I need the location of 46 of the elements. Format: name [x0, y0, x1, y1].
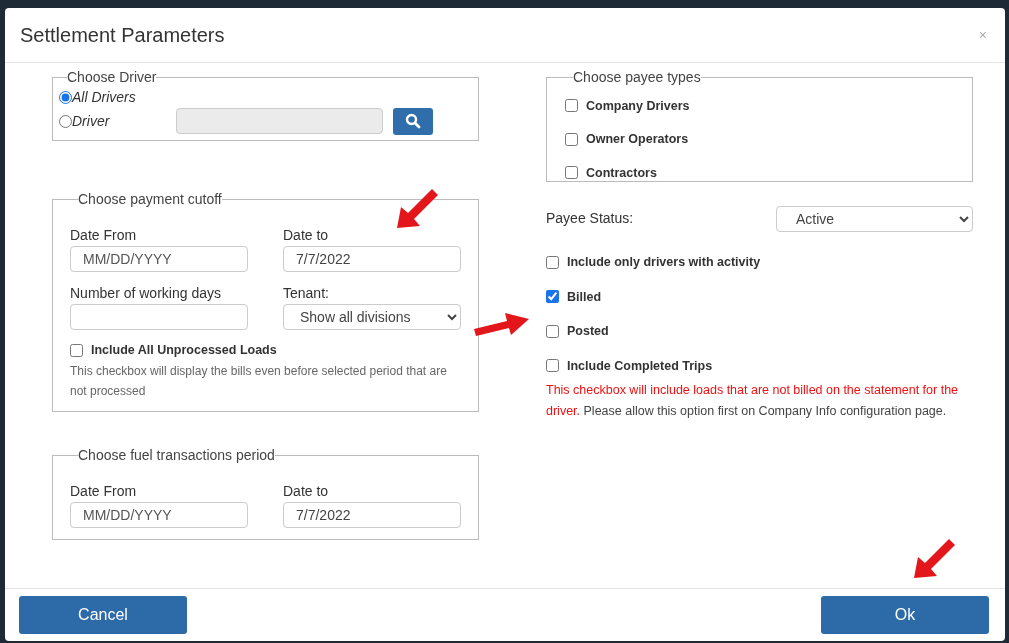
status-dropdown[interactable]: Active	[776, 206, 973, 232]
checkbox[interactable]	[565, 166, 578, 180]
checkbox[interactable]	[546, 255, 559, 269]
group-legend: Choose payee types	[573, 69, 701, 85]
input-field[interactable]	[70, 304, 248, 330]
ok-button[interactable]: Ok	[821, 596, 989, 634]
dialog-title: Settlement Parameters	[20, 23, 225, 47]
search-icon	[405, 113, 421, 129]
checkbox-label: Billed	[567, 289, 602, 304]
checkbox[interactable]	[546, 324, 559, 338]
group-legend: Choose Driver	[67, 69, 157, 85]
field-label: Payee Status:	[546, 209, 634, 226]
field-label: Date to	[283, 227, 330, 243]
field-label: Date to	[283, 483, 330, 499]
field-label: Tenant:	[283, 285, 330, 301]
checkbox-label: Include only drivers with activity	[567, 255, 761, 270]
field-label: Date From	[70, 483, 138, 499]
date-field[interactable]: 7/7/2022	[283, 246, 461, 272]
date-field[interactable]: 7/7/2022	[283, 502, 461, 528]
checkbox-label: Company Drivers	[586, 98, 690, 113]
cancel-button[interactable]: Cancel	[19, 596, 187, 634]
search-button[interactable]	[393, 107, 433, 135]
radio-label: Driver	[72, 113, 111, 129]
radio-button[interactable]	[59, 90, 72, 104]
tenant-dropdown[interactable]: Show all divisions	[283, 304, 461, 330]
arrow-icon	[474, 310, 530, 338]
date-field[interactable]: MM/DD/YYYY	[70, 502, 248, 528]
checkbox[interactable]	[70, 343, 83, 357]
warning-text: This checkbox will include loads that are not billed on the statement for the driver. Please allow this option first on Company Info configuration page.	[546, 382, 960, 420]
checkbox-label: Contractors	[586, 165, 657, 180]
checkbox-label: Include All Unprocessed Loads	[91, 343, 277, 357]
date-field[interactable]: MM/DD/YYYY	[70, 246, 248, 272]
field-label: Number of working days	[70, 285, 222, 301]
checkbox[interactable]	[565, 99, 578, 113]
checkbox-label: Owner Operators	[586, 132, 689, 147]
checkbox-label: Posted	[567, 324, 609, 339]
checkbox[interactable]	[546, 359, 559, 373]
checkbox-label: Include Completed Trips	[567, 358, 713, 373]
field-label: Date From	[70, 227, 138, 243]
checkbox[interactable]	[546, 290, 559, 304]
radio-label: All Drivers	[72, 89, 136, 105]
checkbox[interactable]	[565, 132, 578, 146]
group-legend: Choose payment cutoff	[78, 191, 222, 207]
radio-button[interactable]	[59, 114, 72, 128]
help-text: This checkbox will display the bills even before selected period that are not processed	[70, 363, 448, 400]
group-legend: Choose fuel transactions period	[78, 447, 275, 463]
